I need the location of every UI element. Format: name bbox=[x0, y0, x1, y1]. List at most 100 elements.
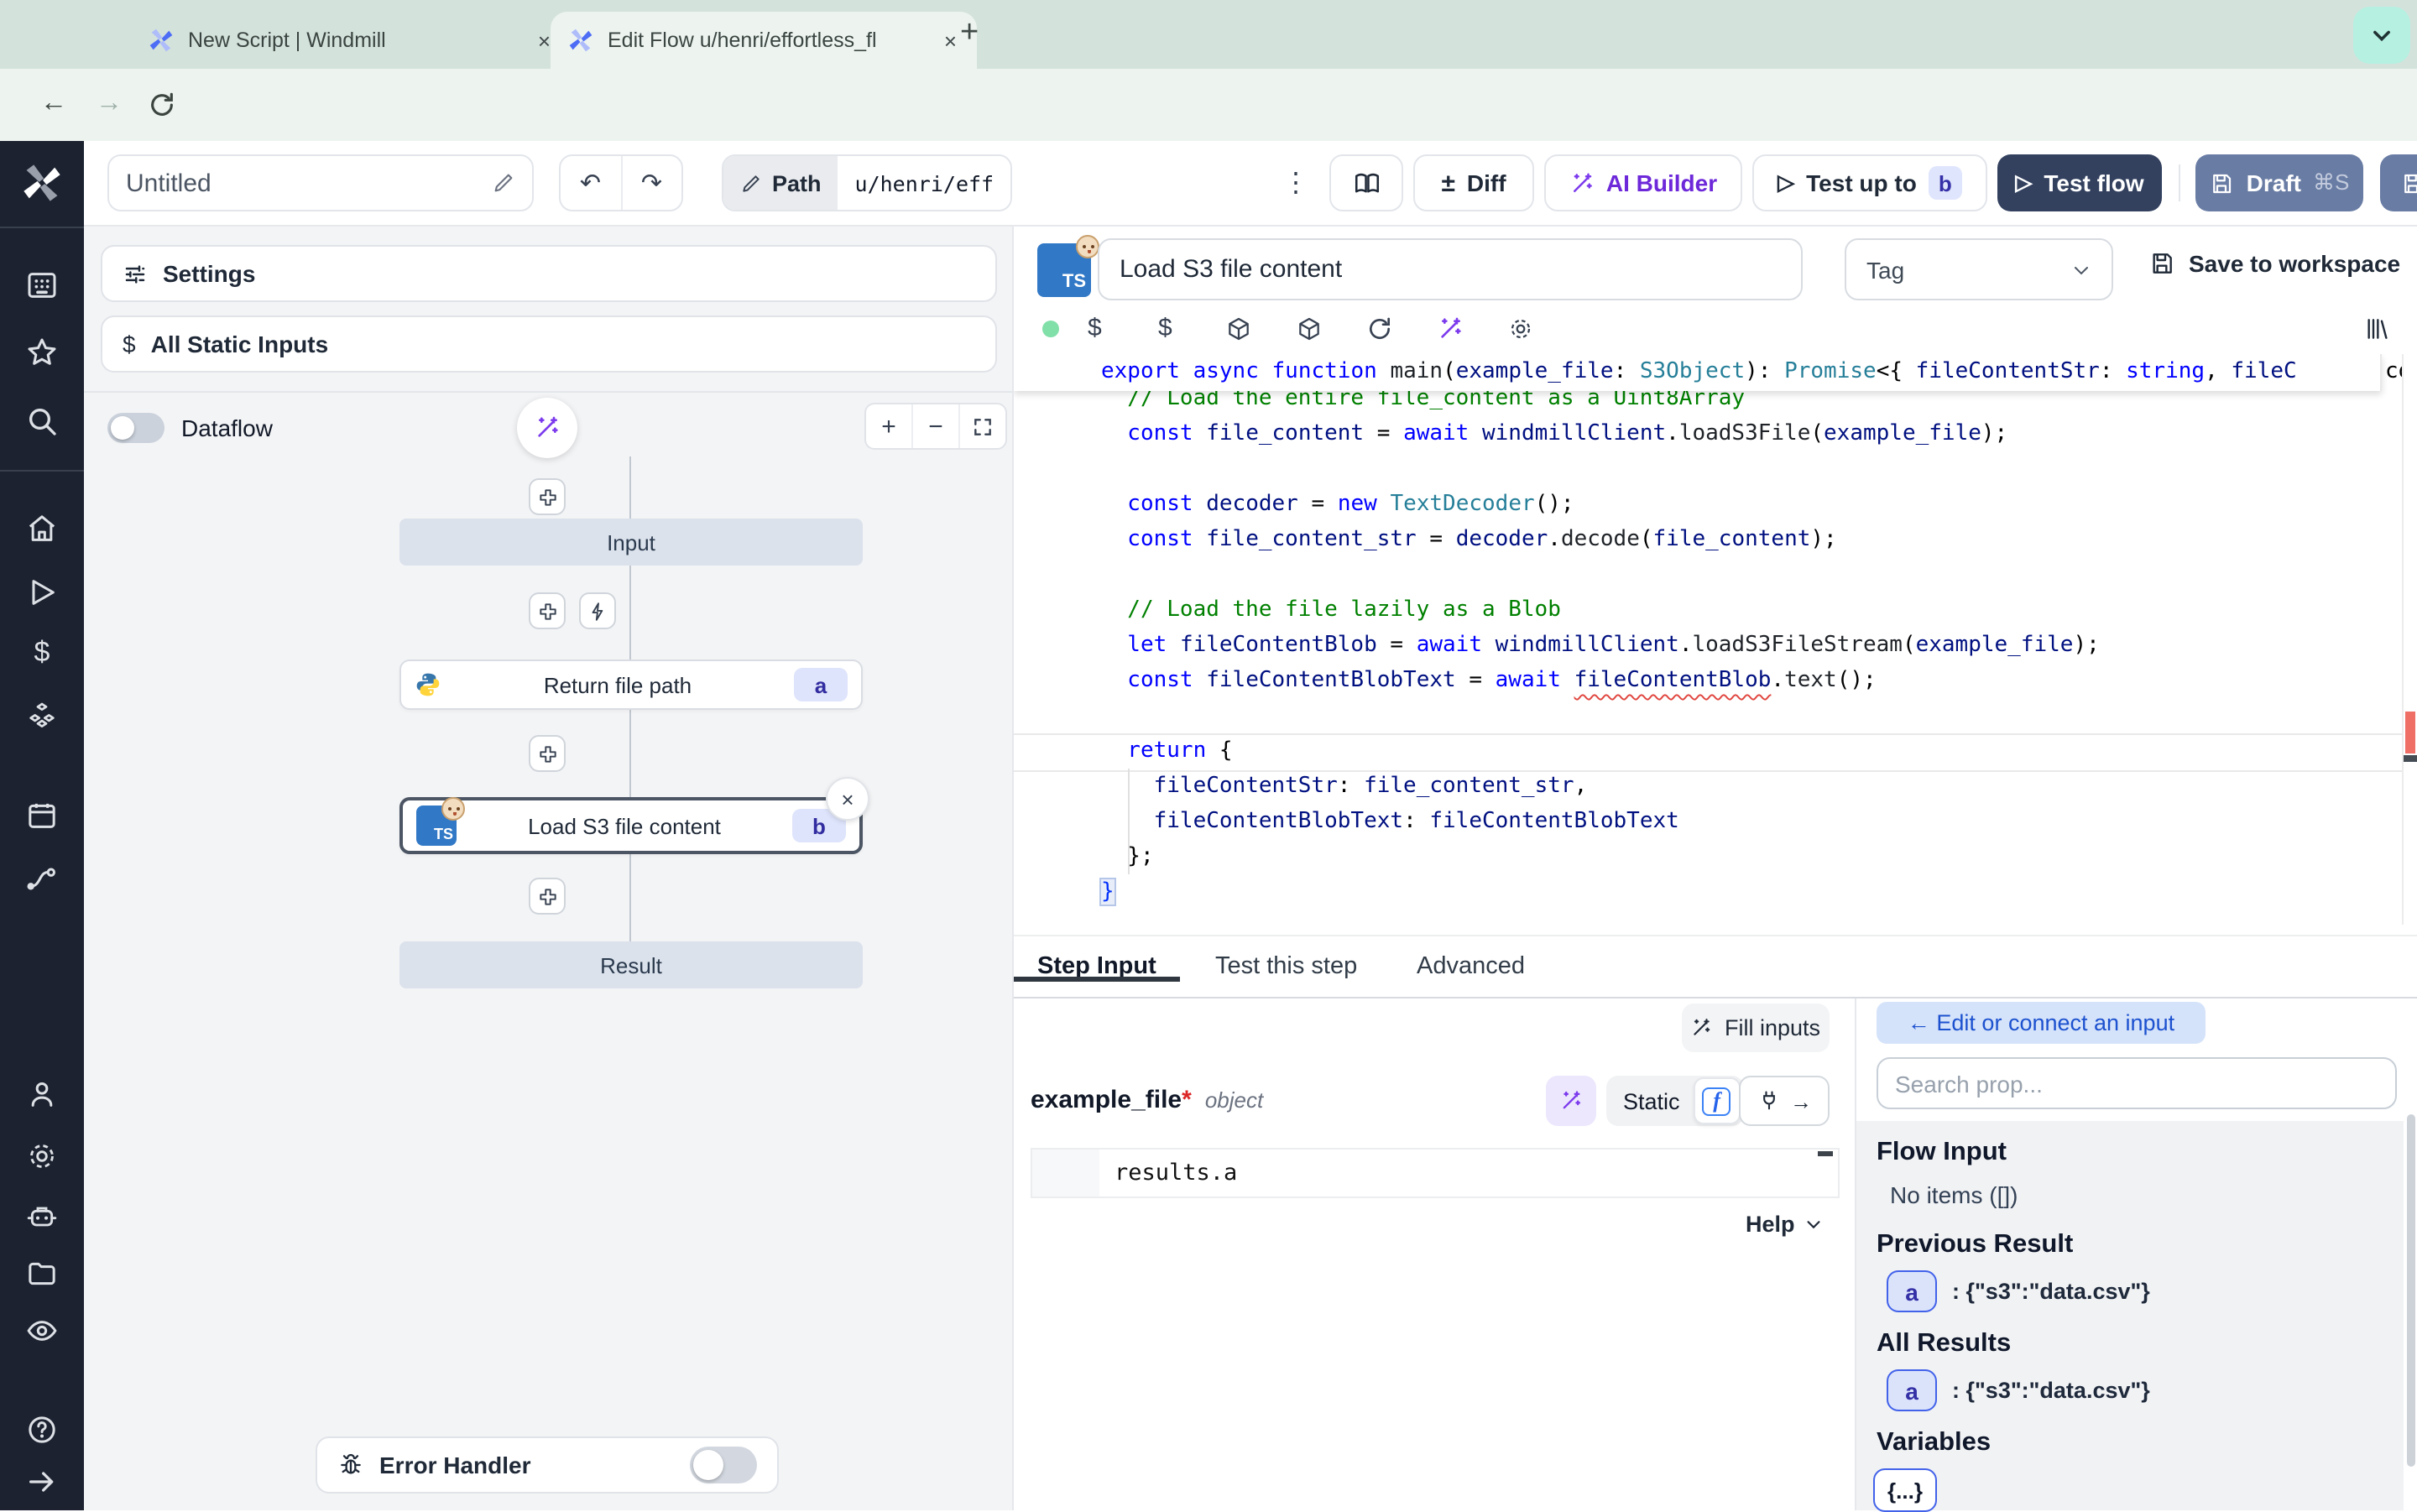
path-control[interactable]: Path u/henri/eff bbox=[722, 154, 1012, 211]
flow-input-node[interactable]: Input bbox=[399, 519, 863, 566]
add-trigger-button[interactable] bbox=[579, 592, 616, 629]
all-static-inputs-button[interactable]: $ All Static Inputs bbox=[101, 315, 997, 373]
previous-result-row[interactable]: a : {"s3":"data.csv"} bbox=[1887, 1270, 2150, 1312]
package-icon[interactable] bbox=[1225, 315, 1252, 342]
expression-editor[interactable]: results.a bbox=[1031, 1148, 1840, 1198]
dataflow-toggle[interactable] bbox=[107, 413, 164, 443]
add-step-button[interactable] bbox=[529, 592, 566, 629]
remove-step-button[interactable]: × bbox=[826, 777, 869, 821]
add-step-button[interactable] bbox=[529, 735, 566, 772]
step-node-b-selected[interactable]: TS Load S3 file content b bbox=[399, 797, 863, 854]
save-draft-button[interactable]: Draft ⌘S bbox=[2195, 154, 2363, 211]
variables-icon[interactable]: $ bbox=[1158, 314, 1172, 342]
sidebar-item-runs[interactable] bbox=[25, 576, 59, 609]
bun-icon bbox=[441, 797, 465, 821]
fill-inputs-button[interactable]: Fill inputs bbox=[1682, 1004, 1830, 1052]
ai-flow-button[interactable] bbox=[517, 398, 577, 458]
new-tab-button[interactable]: + bbox=[960, 15, 979, 52]
tab-step-input[interactable]: Step Input bbox=[1037, 953, 1156, 980]
tab-close-icon[interactable]: × bbox=[941, 28, 960, 53]
gear-icon[interactable] bbox=[1507, 315, 1534, 342]
overview-ruler bbox=[2402, 354, 2417, 925]
flow-toolbar: Untitled ↶ ↷ Path u/henri/eff ⋮ ± Diff bbox=[84, 141, 2417, 227]
add-step-button[interactable] bbox=[529, 878, 566, 915]
assets-icon[interactable]: $ bbox=[1088, 314, 1102, 342]
sidebar-item-favorites[interactable] bbox=[25, 336, 59, 369]
add-step-button[interactable] bbox=[529, 478, 566, 515]
zoom-out-button[interactable]: − bbox=[911, 404, 958, 448]
sidebar-item-users[interactable] bbox=[25, 1077, 59, 1111]
scrollbar-marker[interactable] bbox=[2404, 755, 2417, 762]
redo-button[interactable]: ↷ bbox=[622, 156, 681, 210]
toolbar-divider bbox=[2179, 164, 2180, 201]
static-mode-toggle[interactable]: Static f bbox=[1606, 1076, 1744, 1126]
diff-button[interactable]: ± Diff bbox=[1413, 154, 1534, 211]
browser-tab-strip: New Script | Windmill × Edit Flow u/henr… bbox=[0, 0, 2417, 69]
zoom-in-button[interactable]: + bbox=[866, 404, 911, 448]
package-icon[interactable] bbox=[1296, 315, 1323, 342]
step-a-label: Return file path bbox=[455, 672, 780, 697]
sidebar-item-workers[interactable] bbox=[25, 1200, 59, 1233]
path-value: u/henri/eff bbox=[838, 156, 1011, 210]
graph-zoom-controls: + − bbox=[864, 403, 1007, 450]
result-key-badge[interactable]: a bbox=[1887, 1270, 1937, 1312]
docs-button[interactable] bbox=[1329, 154, 1403, 211]
ai-builder-button[interactable]: AI Builder bbox=[1544, 154, 1742, 211]
edit-or-connect-button[interactable]: ← Edit or connect an input bbox=[1877, 1002, 2206, 1044]
sidebar-item-apps[interactable] bbox=[25, 269, 59, 302]
windmill-favicon bbox=[567, 27, 594, 54]
panel-scrollbar[interactable] bbox=[2407, 1114, 2415, 1467]
tab-search-button[interactable] bbox=[2353, 7, 2410, 64]
sidebar-item-resources[interactable] bbox=[25, 700, 59, 733]
sidebar-item-variables[interactable]: $ bbox=[0, 636, 84, 670]
edit-or-connect-label: ← Edit or connect an input bbox=[1908, 1010, 2174, 1035]
tab-test-this-step[interactable]: Test this step bbox=[1215, 953, 1357, 980]
browser-tab-active[interactable]: Edit Flow u/henri/effortless_fl × bbox=[551, 12, 977, 69]
tab-advanced[interactable]: Advanced bbox=[1417, 953, 1525, 980]
library-icon[interactable] bbox=[2363, 315, 2390, 342]
sidebar-item-settings[interactable] bbox=[25, 1139, 59, 1173]
browser-tab-inactive[interactable]: New Script | Windmill × bbox=[131, 12, 571, 69]
bun-icon bbox=[1076, 235, 1099, 258]
variables-badge[interactable]: {...} bbox=[1873, 1468, 1937, 1512]
all-results-row[interactable]: a : {"s3":"data.csv"} bbox=[1887, 1369, 2150, 1411]
fit-view-button[interactable] bbox=[958, 404, 1005, 448]
sidebar-item-schedules[interactable] bbox=[25, 799, 59, 832]
save-to-workspace-button[interactable]: Save to workspace bbox=[2148, 250, 2400, 277]
error-handler-toggle[interactable] bbox=[690, 1447, 757, 1483]
back-button[interactable]: ← bbox=[40, 89, 67, 119]
sidebar-item-routes[interactable] bbox=[25, 863, 59, 896]
undo-button[interactable]: ↶ bbox=[561, 156, 622, 210]
tag-select[interactable]: Tag bbox=[1845, 238, 2113, 300]
test-flow-button[interactable]: ▷ Test flow bbox=[1997, 154, 2162, 211]
sidebar-item-search[interactable] bbox=[25, 404, 59, 438]
sidebar-item-home[interactable] bbox=[25, 512, 59, 545]
pencil-icon bbox=[492, 171, 515, 195]
windmill-favicon bbox=[148, 27, 175, 54]
step-node-a[interactable]: Return file path a bbox=[399, 660, 863, 710]
test-up-to-button[interactable]: ▷ Test up to b bbox=[1752, 154, 1987, 211]
ai-fill-field-button[interactable] bbox=[1546, 1076, 1596, 1126]
reload-icon[interactable] bbox=[1366, 315, 1393, 342]
step-name-input[interactable]: Load S3 file content bbox=[1098, 238, 1803, 300]
expression-mode-pill[interactable]: f bbox=[1694, 1077, 1741, 1124]
code-editor[interactable]: // Load the entire file_content as a Uin… bbox=[1014, 354, 2417, 925]
reload-button[interactable] bbox=[148, 91, 176, 119]
deploy-button[interactable]: Deploy bbox=[2380, 154, 2417, 211]
search-prop-input[interactable]: Search prop... bbox=[1877, 1057, 2397, 1109]
collapse-arrow-icon[interactable] bbox=[25, 1465, 59, 1499]
more-menu-button[interactable]: ⋮ bbox=[1282, 166, 1309, 200]
result-node-label: Result bbox=[600, 952, 662, 978]
help-icon[interactable] bbox=[25, 1413, 59, 1447]
mini-scrollbar[interactable] bbox=[1818, 1151, 1833, 1156]
flow-result-node[interactable]: Result bbox=[399, 941, 863, 988]
flow-name-field[interactable]: Untitled bbox=[107, 154, 534, 211]
sidebar-item-folders[interactable] bbox=[25, 1257, 59, 1290]
result-key-badge[interactable]: a bbox=[1887, 1369, 1937, 1411]
bug-icon bbox=[337, 1452, 364, 1478]
help-toggle[interactable]: Help bbox=[1746, 1212, 1824, 1237]
sidebar-item-audit-logs[interactable] bbox=[25, 1314, 59, 1348]
magic-wand-icon[interactable] bbox=[1437, 315, 1464, 342]
flow-settings-button[interactable]: Settings bbox=[101, 245, 997, 302]
connect-input-button[interactable]: → bbox=[1739, 1076, 1830, 1126]
